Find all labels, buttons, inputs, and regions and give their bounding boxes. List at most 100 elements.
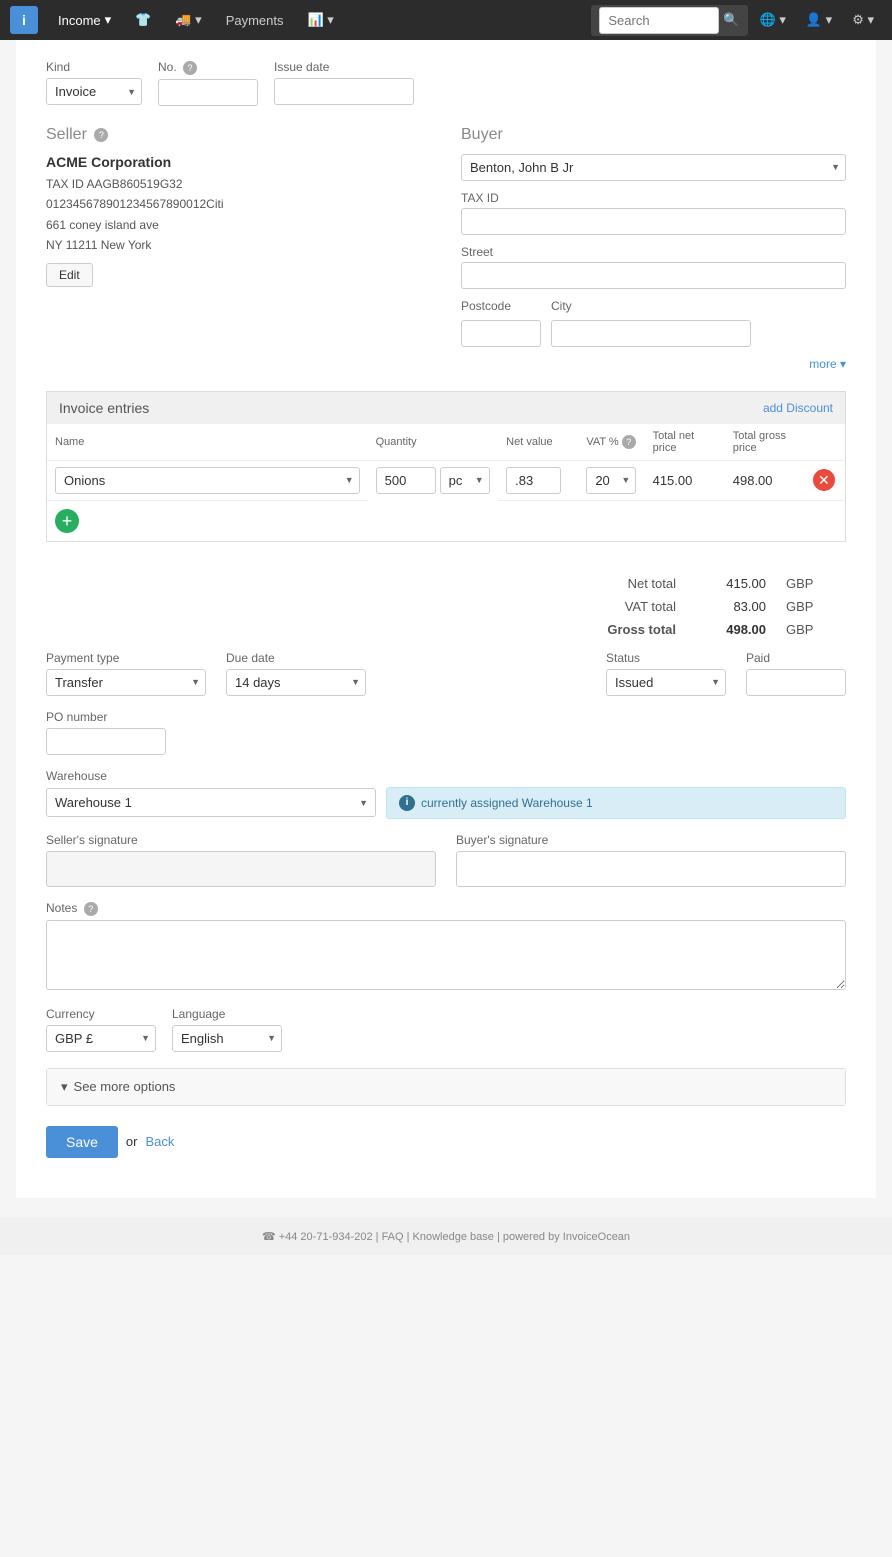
nav-flag-icon[interactable]: 🌐 ▾ xyxy=(752,12,794,28)
save-row: Save or Back xyxy=(46,1126,846,1158)
buyer-taxid-label: TAX ID xyxy=(461,191,846,205)
gross-total-label: Gross total xyxy=(576,622,676,637)
nav-payments[interactable]: Payments xyxy=(216,0,294,40)
nav-shirt[interactable]: 👕 xyxy=(125,0,161,40)
seller-buyer-row: Seller ? ACME Corporation TAX ID AAGB860… xyxy=(46,126,846,371)
buyer-signature-box[interactable] xyxy=(456,851,846,887)
seller-company-name: ACME Corporation xyxy=(46,154,431,170)
buyer-taxid-input[interactable]: 1AGB860519G32 xyxy=(461,208,846,235)
footer-text: ☎ xyxy=(262,1231,279,1243)
payment-type-group: Payment type Transfer Cash Card xyxy=(46,651,206,696)
nav-chart[interactable]: 📊 ▾ xyxy=(298,0,344,40)
postcode-label: Postcode xyxy=(461,299,541,313)
notes-textarea[interactable] xyxy=(46,920,846,990)
no-input[interactable]: 10 xyxy=(158,79,258,106)
net-total-label: Net total xyxy=(576,576,676,591)
due-date-select[interactable]: 14 days 7 days 30 days 60 days xyxy=(226,669,366,696)
currency-lang-row: Currency GBP £ USD $ EUR € Language Engl… xyxy=(46,1007,846,1052)
kind-select[interactable]: Invoice Receipt Credit Note xyxy=(46,78,142,105)
more-link[interactable]: more ▾ xyxy=(461,357,846,371)
remove-entry-button[interactable]: ✕ xyxy=(813,469,835,491)
nav-user-icon[interactable]: 👤 ▾ xyxy=(798,12,840,28)
footer: ☎ +44 20-71-934-202 | FAQ | Knowledge ba… xyxy=(0,1218,892,1255)
seller-city: NY 11211 New York xyxy=(46,235,431,255)
entry-vat-wrapper: 20 xyxy=(586,467,636,494)
seller-section: Seller ? ACME Corporation TAX ID AAGB860… xyxy=(46,126,431,371)
kind-group: Kind Invoice Receipt Credit Note xyxy=(46,60,142,106)
buyer-taxid-field: TAX ID 1AGB860519G32 xyxy=(461,191,846,235)
col-total-net: Total net price xyxy=(645,424,725,461)
buyer-name-select-wrapper: Benton, John B Jr xyxy=(461,154,846,181)
no-label: No. ? xyxy=(158,60,258,75)
seller-signature-box[interactable] xyxy=(46,851,436,887)
entry-price-input[interactable] xyxy=(506,467,561,494)
notes-help-icon[interactable]: ? xyxy=(84,902,98,916)
currency-select[interactable]: GBP £ USD $ EUR € xyxy=(46,1025,156,1052)
payment-type-select[interactable]: Transfer Cash Card xyxy=(46,669,206,696)
search-box[interactable]: 🔍 xyxy=(591,5,747,36)
entry-name-select[interactable]: Onions xyxy=(55,467,360,494)
buyer-name-field: Benton, John B Jr xyxy=(461,154,846,181)
entries-table: Name Quantity Net value VAT % ? Total ne… xyxy=(47,424,845,501)
language-label: Language xyxy=(172,1007,282,1021)
seller-address: 661 coney island ave xyxy=(46,215,431,235)
seller-signature-label: Seller's signature xyxy=(46,833,436,847)
entry-name-cell: Onions xyxy=(47,460,368,500)
entry-vat-cell: 20 xyxy=(578,460,644,500)
postcode-input[interactable]: 70116 xyxy=(461,320,541,347)
buyer-postcode-city-field: Postcode 70116 City New Orleans xyxy=(461,299,846,347)
add-discount-link[interactable]: add Discount xyxy=(763,401,833,415)
vat-total-currency: GBP xyxy=(786,599,826,614)
seller-help-icon[interactable]: ? xyxy=(94,128,108,142)
col-total-gross: Total gross price xyxy=(725,424,805,461)
entry-unit-select[interactable]: pc xyxy=(440,467,490,494)
entry-quantity-input[interactable] xyxy=(376,467,436,494)
entry-vat-select[interactable]: 20 xyxy=(586,467,636,494)
buyer-name-select[interactable]: Benton, John B Jr xyxy=(461,154,846,181)
payment-type-wrapper: Transfer Cash Card xyxy=(46,669,206,696)
save-button[interactable]: Save xyxy=(46,1126,118,1158)
city-group: City New Orleans xyxy=(551,299,751,347)
see-more-button[interactable]: ▾ See more options xyxy=(47,1069,845,1105)
warehouse-select[interactable]: Warehouse 1 Warehouse 2 xyxy=(46,788,376,817)
no-help-icon[interactable]: ? xyxy=(183,61,197,75)
back-link[interactable]: Back xyxy=(145,1134,174,1149)
seller-edit-button[interactable]: Edit xyxy=(46,263,93,287)
currency-group: Currency GBP £ USD $ EUR € xyxy=(46,1007,156,1052)
nav-settings-icon[interactable]: ⚙ ▾ xyxy=(844,12,882,28)
vat-help-icon[interactable]: ? xyxy=(622,435,636,449)
buyer-title: Buyer xyxy=(461,126,846,144)
entry-unit-wrapper: pc xyxy=(440,467,490,494)
add-entry-button[interactable]: + xyxy=(55,509,79,533)
footer-content: +44 20-71-934-202 | FAQ | Knowledge base… xyxy=(279,1231,630,1243)
nav-truck[interactable]: 🚚 ▾ xyxy=(165,0,211,40)
issue-date-input[interactable]: 2014-04-09 xyxy=(274,78,414,105)
buyer-street-input[interactable]: 6649 N Blue Gum St xyxy=(461,262,846,289)
due-date-wrapper: 14 days 7 days 30 days 60 days xyxy=(226,669,366,696)
entry-remove-cell: ✕ xyxy=(805,460,845,500)
nav-income[interactable]: Income ▾ xyxy=(48,0,121,40)
po-number-input[interactable] xyxy=(46,728,166,755)
notes-label: Notes ? xyxy=(46,901,846,916)
currency-select-wrapper: GBP £ USD $ EUR € xyxy=(46,1025,156,1052)
language-select[interactable]: English French German Spanish xyxy=(172,1025,282,1052)
paid-input[interactable]: 0.00 xyxy=(746,669,846,696)
totals-section: Net total 415.00 GBP VAT total 83.00 GBP… xyxy=(46,562,846,651)
status-label: Status xyxy=(606,651,726,665)
language-select-wrapper: English French German Spanish xyxy=(172,1025,282,1052)
seller-signature-group: Seller's signature xyxy=(46,833,436,887)
payment-type-label: Payment type xyxy=(46,651,206,665)
status-select[interactable]: Issued Paid Overdue xyxy=(606,669,726,696)
search-input[interactable] xyxy=(599,7,719,34)
col-quantity: Quantity xyxy=(368,424,499,461)
postcode-group: Postcode 70116 xyxy=(461,299,541,347)
city-input[interactable]: New Orleans xyxy=(551,320,751,347)
payment-form: Payment type Transfer Cash Card Due date… xyxy=(46,651,846,696)
status-group: Status Issued Paid Overdue xyxy=(606,651,726,696)
seller-title: Seller ? xyxy=(46,126,431,144)
vat-total-label: VAT total xyxy=(576,599,676,614)
invoice-entries-section: Invoice entries add Discount Name Quanti… xyxy=(46,391,846,542)
kind-select-wrapper: Invoice Receipt Credit Note xyxy=(46,78,142,105)
due-date-group: Due date 14 days 7 days 30 days 60 days xyxy=(226,651,366,696)
city-label: City xyxy=(551,299,751,313)
